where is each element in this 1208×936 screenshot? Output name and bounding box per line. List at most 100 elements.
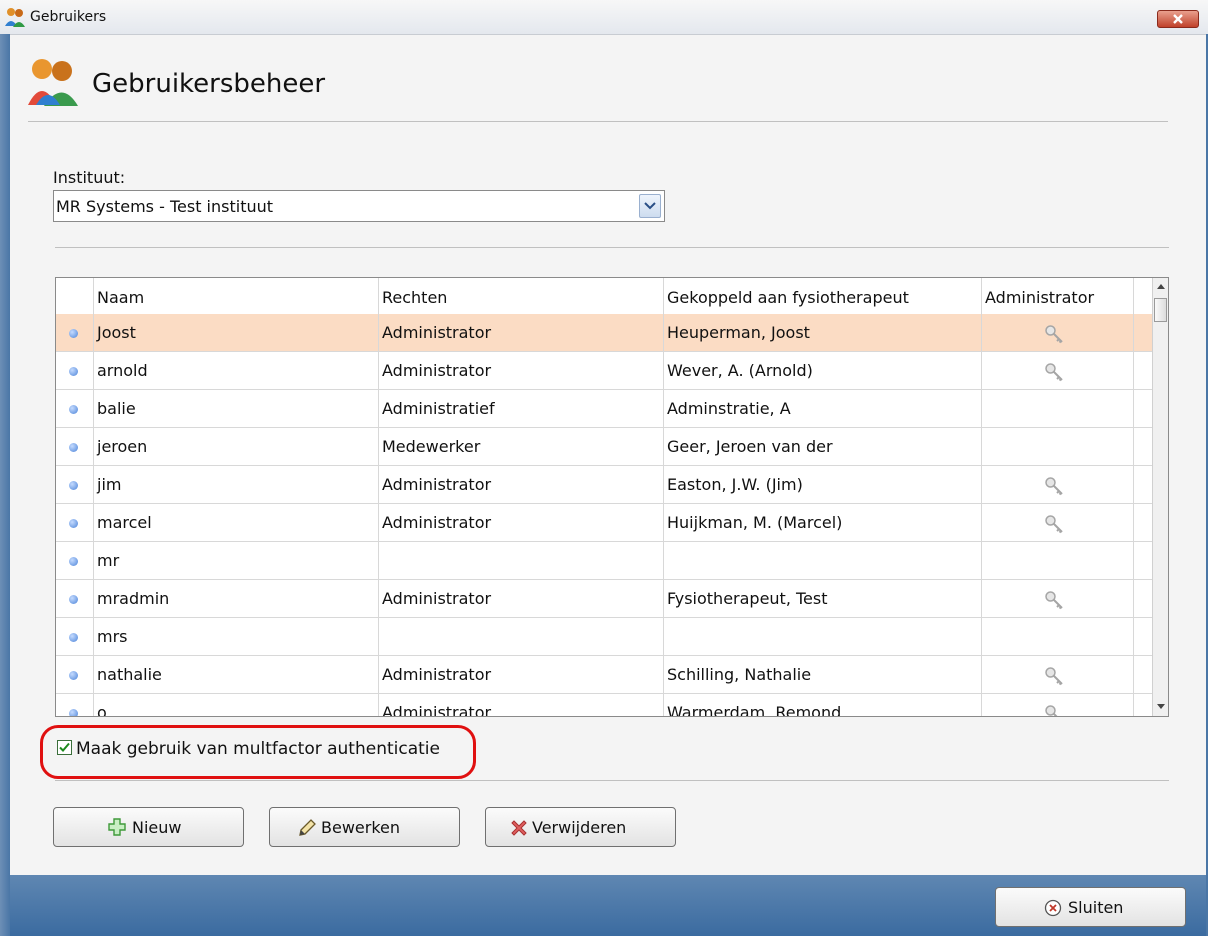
table-row[interactable]: Joost Administrator Heuperman, Joost — [56, 314, 1152, 352]
scroll-up-icon[interactable] — [1153, 278, 1169, 295]
cell-rechten: Administrator — [379, 504, 664, 542]
edit-button[interactable]: Bewerken — [269, 807, 460, 847]
key-icon — [1045, 667, 1063, 686]
institute-divider — [55, 247, 1169, 248]
row-bullet-icon — [69, 519, 78, 528]
row-bullet-icon — [69, 481, 78, 490]
cell-naam: balie — [94, 390, 379, 428]
table-row[interactable]: nathalie Administrator Schilling, Nathalie — [56, 656, 1152, 694]
table-row[interactable]: jeroen Medewerker Geer, Jeroen van der — [56, 428, 1152, 466]
cell-fysio: Huijkman, M. (Marcel) — [664, 504, 982, 542]
row-indicator-cell — [56, 694, 94, 716]
table-row[interactable]: mr — [56, 542, 1152, 580]
table-row[interactable]: mrs — [56, 618, 1152, 656]
delete-button[interactable]: Verwijderen — [485, 807, 676, 847]
cell-naam: mr — [94, 542, 379, 580]
dialog-footer: Sluiten — [10, 875, 1206, 936]
cell-fysio: Heuperman, Joost — [664, 314, 982, 352]
cell-fysio — [664, 618, 982, 656]
table-row[interactable]: marcel Administrator Huijkman, M. (Marcel) — [56, 504, 1152, 542]
cell-administrator — [982, 694, 1134, 716]
column-header-administrator[interactable]: Administrator — [982, 278, 1134, 314]
cell-rechten: Medewerker — [379, 428, 664, 466]
cell-rechten — [379, 542, 664, 580]
cell-rechten: Administrator — [379, 580, 664, 618]
mfa-label: Maak gebruik van multfactor authenticati… — [76, 739, 440, 759]
row-bullet-icon — [69, 329, 78, 338]
cell-administrator — [982, 656, 1134, 694]
row-indicator-cell — [56, 618, 94, 656]
dialog-content: Gebruikersbeheer Instituut: MR Systems -… — [10, 35, 1206, 875]
row-bullet-icon — [69, 709, 78, 716]
pencil-icon — [299, 819, 316, 836]
window-title: Gebruikers — [30, 9, 107, 25]
close-button[interactable]: Sluiten — [995, 887, 1186, 927]
row-indicator-cell — [56, 504, 94, 542]
cell-administrator — [982, 580, 1134, 618]
cell-rechten: Administrator — [379, 314, 664, 352]
window-frame-left — [0, 34, 10, 936]
key-icon — [1045, 477, 1063, 496]
mfa-checkbox[interactable] — [57, 740, 72, 755]
close-circle-icon — [1044, 899, 1062, 917]
row-bullet-icon — [69, 367, 78, 376]
row-bullet-icon — [69, 405, 78, 414]
key-icon — [1045, 363, 1063, 382]
cell-naam: jim — [94, 466, 379, 504]
table-row[interactable]: jim Administrator Easton, J.W. (Jim) — [56, 466, 1152, 504]
cell-administrator — [982, 314, 1134, 352]
cell-fysio: Adminstratie, A — [664, 390, 982, 428]
cell-naam: o — [94, 694, 379, 716]
column-header-rechten[interactable]: Rechten — [379, 278, 664, 314]
close-icon — [1173, 14, 1183, 24]
row-indicator-cell — [56, 580, 94, 618]
column-header-fysiotherapeut[interactable]: Gekoppeld aan fysiotherapeut — [664, 278, 982, 314]
key-icon — [1045, 515, 1063, 534]
row-bullet-icon — [69, 557, 78, 566]
delete-x-icon — [511, 820, 527, 836]
table-row[interactable]: balie Administratief Adminstratie, A — [56, 390, 1152, 428]
row-indicator-cell — [56, 542, 94, 580]
row-bullet-icon — [69, 595, 78, 604]
cell-naam: marcel — [94, 504, 379, 542]
users-group-icon — [26, 55, 80, 111]
cell-administrator — [982, 466, 1134, 504]
cell-naam: mrs — [94, 618, 379, 656]
row-indicator-cell — [56, 656, 94, 694]
institute-select[interactable]: MR Systems - Test instituut — [53, 190, 665, 222]
key-icon — [1045, 325, 1063, 344]
scrollbar-thumb[interactable] — [1154, 298, 1167, 322]
header-divider — [28, 121, 1168, 122]
scroll-down-icon[interactable] — [1153, 698, 1169, 715]
cell-fysio: Geer, Jeroen van der — [664, 428, 982, 466]
cell-fysio: Wever, A. (Arnold) — [664, 352, 982, 390]
table-row[interactable]: mradmin Administrator Fysiotherapeut, Test — [56, 580, 1152, 618]
cell-rechten — [379, 618, 664, 656]
table-row[interactable]: arnold Administrator Wever, A. (Arnold) — [56, 352, 1152, 390]
delete-button-label: Verwijderen — [532, 818, 627, 837]
plus-icon — [108, 818, 126, 836]
cell-fysio: Fysiotherapeut, Test — [664, 580, 982, 618]
row-indicator-cell — [56, 314, 94, 352]
cell-fysio: Easton, J.W. (Jim) — [664, 466, 982, 504]
window-close-button[interactable] — [1157, 10, 1199, 28]
column-header-naam[interactable]: Naam — [94, 278, 379, 314]
new-button[interactable]: Nieuw — [53, 807, 244, 847]
table-row[interactable]: o Administrator Warmerdam, Remond — [56, 694, 1152, 716]
cell-administrator — [982, 618, 1134, 656]
row-indicator-cell — [56, 352, 94, 390]
row-bullet-icon — [69, 633, 78, 642]
institute-select-value: MR Systems - Test instituut — [56, 197, 274, 216]
dropdown-button[interactable] — [639, 194, 661, 218]
cell-naam: Joost — [94, 314, 379, 352]
row-indicator-cell — [56, 428, 94, 466]
header-indicator-cell — [56, 278, 94, 314]
users-table: Naam Rechten Gekoppeld aan fysiotherapeu… — [55, 277, 1169, 717]
vertical-scrollbar[interactable] — [1152, 278, 1169, 716]
institute-label: Instituut: — [53, 168, 126, 187]
cell-administrator — [982, 542, 1134, 580]
close-button-label: Sluiten — [1068, 898, 1124, 917]
row-indicator-cell — [56, 390, 94, 428]
cell-naam: arnold — [94, 352, 379, 390]
page-title: Gebruikersbeheer — [92, 69, 326, 99]
